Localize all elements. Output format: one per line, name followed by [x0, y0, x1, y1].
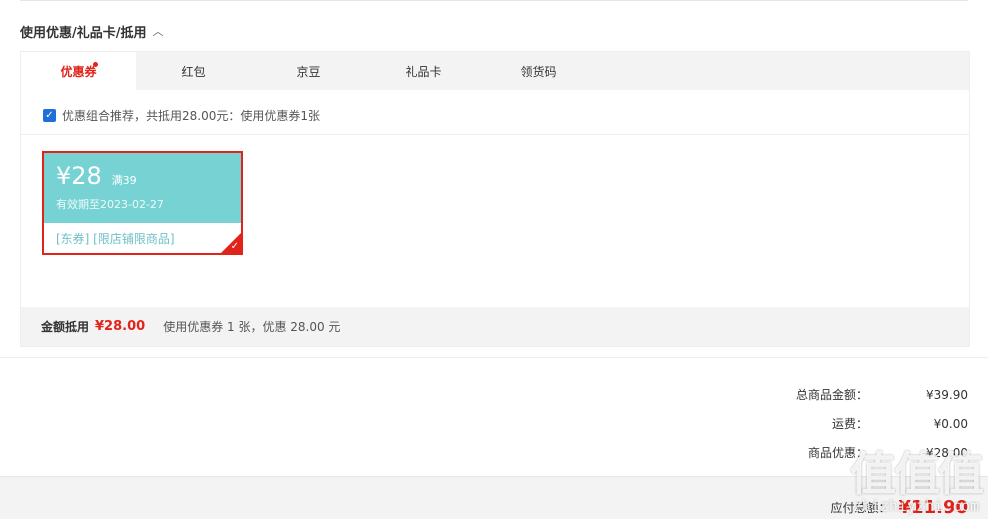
coupon-header: ¥28 满39 有效期至2023-02-27 — [44, 153, 241, 223]
total-value: ¥0.00 — [933, 416, 968, 431]
recommend-combo[interactable]: ✓ 优惠组合推荐，共抵用28.00元：使用优惠券1张 — [43, 107, 320, 124]
check-icon: ✓ — [230, 241, 239, 252]
tab-label: 礼品卡 — [405, 64, 442, 79]
order-totals: 总商品金额： ¥39.90 运费： ¥0.00 商品优惠： -¥28.00 — [748, 380, 968, 467]
recommend-checkbox[interactable]: ✓ — [43, 109, 56, 122]
total-row-discount: 商品优惠： -¥28.00 — [748, 438, 968, 467]
total-value: ¥39.90 — [926, 387, 968, 402]
total-row-shipping: 运费： ¥0.00 — [748, 409, 968, 438]
tab-pickup-code[interactable]: 领货码 — [481, 52, 596, 90]
coupon-validity: 有效期至2023-02-27 — [56, 198, 164, 211]
summary-description: 使用优惠券 1 张，优惠 28.00 元 — [163, 320, 341, 334]
chevron-up-icon[interactable]: ︿ — [153, 23, 164, 39]
total-value: -¥28.00 — [921, 445, 968, 460]
tab-red-packet[interactable]: 红包 — [136, 52, 251, 90]
panel-divider — [21, 134, 969, 135]
tab-coupons[interactable]: 优惠券 — [21, 52, 136, 90]
total-label: 总商品金额： — [795, 388, 868, 402]
new-dot-icon — [93, 62, 98, 67]
coupon-card[interactable]: ¥28 满39 有效期至2023-02-27 [东券] [限店铺限商品] ✓ — [42, 151, 243, 255]
summary-amount: ¥28.00 — [95, 319, 146, 334]
discount-tabs: 优惠券 红包 京豆 礼品卡 领货码 — [21, 52, 969, 90]
coupon-condition: 满39 — [111, 174, 137, 187]
section-title: 使用优惠/礼品卡/抵用 — [20, 25, 147, 41]
amount-due-value: ¥11.90 — [898, 497, 968, 518]
tab-label: 京豆 — [296, 64, 321, 79]
total-label: 运费： — [831, 417, 868, 431]
tab-gift-card[interactable]: 礼品卡 — [366, 52, 481, 90]
amount-due: 应付总额： ¥11.90 — [831, 497, 968, 518]
discount-panel: 优惠券 红包 京豆 礼品卡 领货码 ✓ 优惠组合推荐，共抵用28.00元：使用优… — [20, 51, 970, 347]
tab-label: 领货码 — [520, 64, 557, 79]
amount-due-label: 应付总额： — [830, 501, 891, 515]
tab-label: 优惠券 — [60, 64, 97, 79]
coupon-amount: ¥28 — [56, 162, 102, 190]
discount-summary: 金额抵用 ¥28.00 使用优惠券 1 张，优惠 28.00 元 — [21, 307, 969, 346]
payment-bar: 应付总额： ¥11.90 — [0, 476, 988, 519]
coupon-tags: [东券] [限店铺限商品] — [56, 232, 175, 246]
top-divider — [20, 0, 968, 1]
section-divider — [0, 357, 988, 358]
tab-label: 红包 — [181, 64, 206, 79]
total-label: 商品优惠： — [807, 446, 868, 460]
summary-label: 金额抵用 — [41, 320, 90, 334]
total-row-goods: 总商品金额： ¥39.90 — [748, 380, 968, 409]
discount-section-header[interactable]: 使用优惠/礼品卡/抵用 ︿ — [20, 22, 164, 41]
tab-jd-beans[interactable]: 京豆 — [251, 52, 366, 90]
recommend-text: 优惠组合推荐，共抵用28.00元：使用优惠券1张 — [62, 109, 320, 123]
